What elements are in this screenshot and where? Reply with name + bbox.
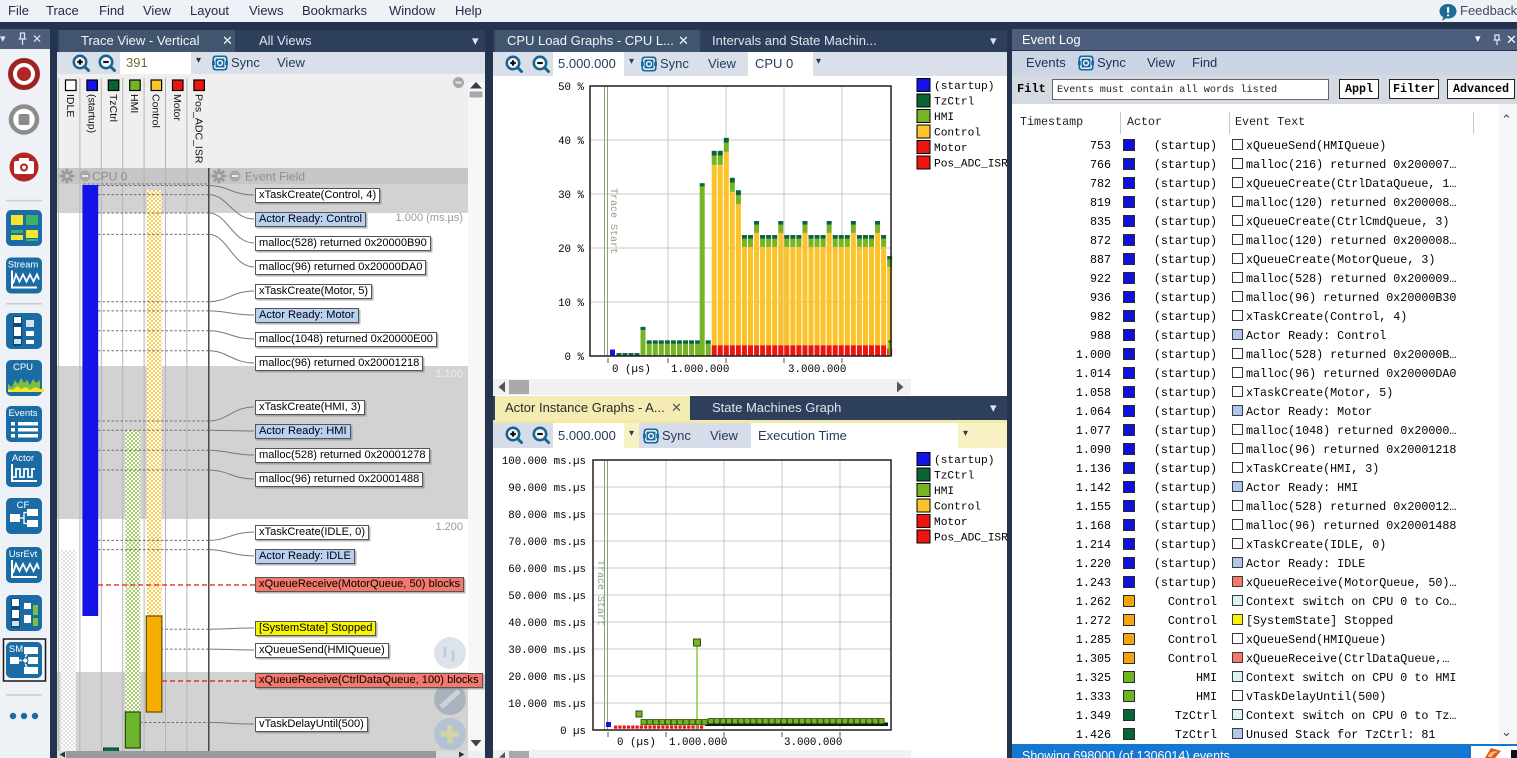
svg-text:20.000 ms.µs: 20.000 ms.µs (508, 672, 586, 684)
svg-text:3.000.000: 3.000.000 (784, 737, 842, 749)
svg-text:70.000 ms.µs: 70.000 ms.µs (508, 537, 586, 549)
svg-text:(startup): (startup) (85, 94, 97, 133)
svg-text:90.000 ms.µs: 90.000 ms.µs (508, 483, 586, 495)
svg-text:0 (µs): 0 (µs) (612, 364, 651, 376)
svg-text:Control: Control (150, 94, 162, 128)
svg-text:Event Field: Event Field (245, 170, 305, 184)
svg-text:50.000 ms.µs: 50.000 ms.µs (508, 591, 586, 603)
svg-text:(startup): (startup) (934, 455, 994, 467)
svg-text:UsrEvt: UsrEvt (9, 549, 38, 560)
svg-text:Motor: Motor (934, 517, 968, 529)
svg-text:0 (µs): 0 (µs) (617, 737, 656, 749)
svg-text:Motor: Motor (934, 143, 968, 155)
svg-text:40 %: 40 % (558, 136, 584, 148)
svg-text:Control: Control (934, 502, 981, 514)
svg-text:40.000 ms.µs: 40.000 ms.µs (508, 618, 586, 630)
svg-text:Trace Start: Trace Start (607, 188, 618, 254)
svg-text:TzCtrl: TzCtrl (934, 471, 975, 483)
svg-text:Actor: Actor (12, 453, 34, 464)
svg-text:1.000.000: 1.000.000 (671, 364, 729, 376)
svg-text:(startup): (startup) (934, 81, 994, 93)
svg-text:HMI: HMI (934, 486, 954, 498)
svg-text:Trace Start: Trace Start (594, 560, 605, 626)
svg-text:TzCtrl: TzCtrl (934, 97, 975, 109)
svg-text:Pos_ADC_ISR: Pos_ADC_ISR (934, 159, 1007, 171)
svg-text:Stream: Stream (8, 260, 39, 271)
svg-text:CPU 0: CPU 0 (92, 170, 128, 184)
svg-text:TzCtrl: TzCtrl (107, 94, 119, 122)
svg-text:10.000 ms.µs: 10.000 ms.µs (508, 699, 586, 711)
svg-text:Pos_ADC_ISR: Pos_ADC_ISR (934, 533, 1007, 545)
svg-text:Control: Control (934, 128, 981, 140)
svg-text:Pos_ADC_ISR: Pos_ADC_ISR (192, 94, 204, 164)
svg-text:60.000 ms.µs: 60.000 ms.µs (508, 564, 586, 576)
svg-text:Motor: Motor (171, 94, 183, 121)
svg-text:30 %: 30 % (558, 190, 584, 202)
svg-text:0 %: 0 % (565, 352, 585, 364)
svg-text:100.000 ms.µs: 100.000 ms.µs (502, 456, 586, 468)
svg-text:1.000.000: 1.000.000 (669, 737, 727, 749)
svg-text:HMI: HMI (934, 112, 954, 124)
svg-text:20 %: 20 % (558, 244, 584, 256)
svg-text:3.000.000: 3.000.000 (788, 364, 846, 376)
svg-text:CPU: CPU (13, 362, 33, 373)
svg-text:SM: SM (9, 644, 23, 655)
svg-text:50 %: 50 % (558, 82, 584, 94)
svg-text:IDLE: IDLE (64, 94, 76, 117)
svg-text:10 %: 10 % (558, 298, 584, 310)
svg-text:Events: Events (8, 408, 37, 419)
svg-text:HMI: HMI (128, 94, 140, 113)
svg-text:80.000 ms.µs: 80.000 ms.µs (508, 510, 586, 522)
svg-text:0 µs: 0 µs (560, 726, 586, 738)
svg-text:30.000 ms.µs: 30.000 ms.µs (508, 645, 586, 657)
